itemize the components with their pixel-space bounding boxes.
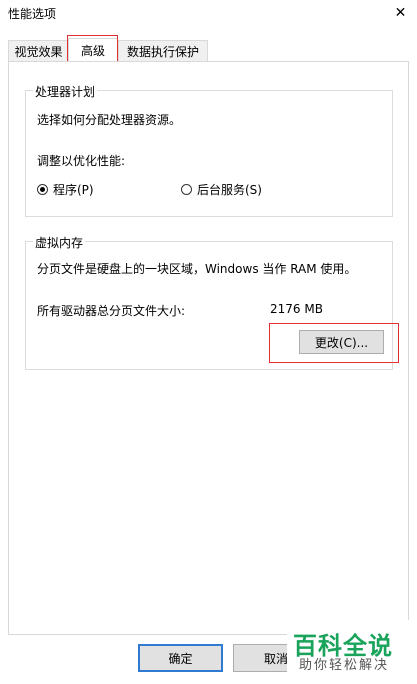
radio-background-services-label: 后台服务(S)	[197, 183, 262, 197]
performance-options-dialog: 性能选项 ✕ 视觉效果 高级 数据执行保护 处理器计划 选择如何分配处理器资源。…	[0, 0, 417, 684]
processor-scheduling-legend: 处理器计划	[33, 83, 98, 100]
virtual-memory-legend: 虚拟内存	[33, 234, 86, 251]
radio-programs-dot[interactable]	[37, 184, 48, 195]
close-icon[interactable]: ✕	[384, 0, 417, 26]
total-paging-file-label: 所有驱动器总分页文件大小:	[37, 304, 186, 318]
radio-background-services-dot[interactable]	[181, 184, 192, 195]
tab-advanced[interactable]: 高级	[68, 38, 118, 61]
site-watermark: 百科全说 助你轻松解决	[287, 620, 417, 684]
radio-programs-label: 程序(P)	[53, 183, 94, 197]
processor-description: 选择如何分配处理器资源。	[37, 113, 182, 127]
adjust-for-label: 调整以优化性能:	[37, 154, 126, 168]
ok-button[interactable]: 确定	[138, 644, 223, 672]
virtual-memory-group: 虚拟内存 分页文件是硬盘上的一块区域，Windows 当作 RAM 使用。 所有…	[25, 234, 393, 370]
radio-programs[interactable]: 程序(P)	[37, 181, 94, 198]
radio-background-services[interactable]: 后台服务(S)	[181, 181, 262, 198]
change-virtual-memory-button[interactable]: 更改(C)...	[299, 330, 384, 354]
virtual-memory-description: 分页文件是硬盘上的一块区域，Windows 当作 RAM 使用。	[37, 262, 357, 276]
tab-data-execution-prevention[interactable]: 数据执行保护	[118, 40, 208, 61]
tab-visual-effects[interactable]: 视觉效果	[8, 40, 69, 61]
processor-scheduling-group: 处理器计划 选择如何分配处理器资源。 调整以优化性能: 程序(P) 后台服务(S…	[25, 83, 393, 217]
total-paging-file-value: 2176 MB	[270, 302, 323, 316]
watermark-subtitle: 助你轻松解决	[299, 658, 390, 673]
window-title: 性能选项	[8, 7, 57, 21]
advanced-tab-panel: 处理器计划 选择如何分配处理器资源。 调整以优化性能: 程序(P) 后台服务(S…	[8, 61, 409, 635]
